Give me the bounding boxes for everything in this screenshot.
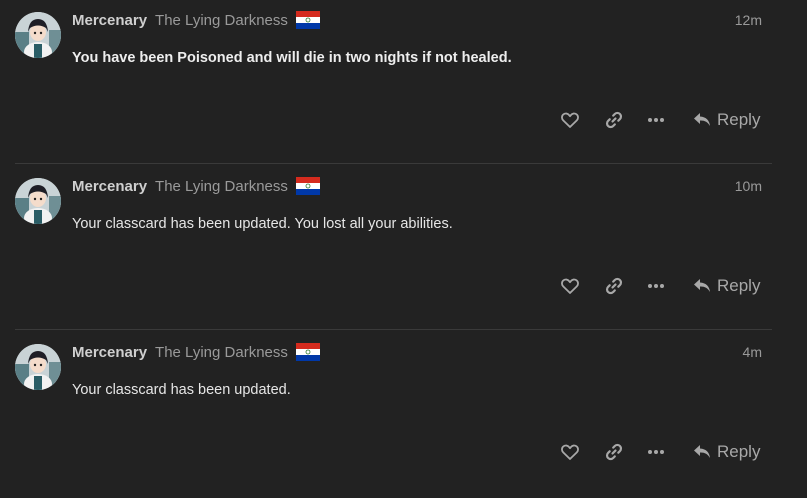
share-link-button[interactable] — [602, 436, 626, 468]
heart-icon — [561, 444, 579, 460]
username[interactable]: Mercenary — [72, 12, 147, 29]
reply-icon — [693, 278, 711, 294]
username[interactable]: Mercenary — [72, 344, 147, 361]
post-body: You have been Poisoned and will die in t… — [72, 50, 512, 66]
paraguay-flag-icon — [295, 11, 320, 29]
like-button[interactable] — [558, 104, 582, 136]
link-icon — [605, 111, 623, 129]
post-meta: Mercenary The Lying Darkness — [72, 176, 320, 196]
post-divider — [15, 163, 772, 164]
heart-icon — [561, 278, 579, 294]
reply-label: Reply — [717, 110, 761, 129]
post-body: Your classcard has been updated. You los… — [72, 216, 453, 232]
reply-label: Reply — [717, 442, 761, 461]
post-actions: Reply — [555, 436, 775, 468]
user-avatar[interactable] — [15, 178, 61, 224]
more-options-button[interactable] — [644, 270, 668, 302]
share-link-button[interactable] — [602, 104, 626, 136]
link-icon — [605, 443, 623, 461]
ellipsis-icon — [647, 117, 665, 123]
ellipsis-icon — [647, 283, 665, 289]
more-options-button[interactable] — [644, 104, 668, 136]
post-time[interactable]: 10m — [735, 178, 762, 194]
paraguay-flag-icon — [295, 343, 320, 361]
link-icon — [605, 277, 623, 295]
post-meta: Mercenary The Lying Darkness — [72, 10, 320, 30]
reply-icon — [693, 444, 711, 460]
user-title: The Lying Darkness — [155, 177, 288, 195]
post-2: Mercenary The Lying Darkness 10m Your cl… — [0, 166, 807, 332]
username[interactable]: Mercenary — [72, 178, 147, 195]
paraguay-flag-icon — [295, 177, 320, 195]
like-button[interactable] — [558, 436, 582, 468]
user-avatar[interactable] — [15, 344, 61, 390]
reply-button[interactable]: Reply — [693, 270, 765, 302]
reply-button[interactable]: Reply — [693, 436, 765, 468]
reply-button[interactable]: Reply — [693, 104, 765, 136]
share-link-button[interactable] — [602, 270, 626, 302]
post-time[interactable]: 4m — [743, 344, 762, 360]
post-body: Your classcard has been updated. — [72, 382, 291, 398]
user-title: The Lying Darkness — [155, 11, 288, 29]
post-actions: Reply — [555, 270, 775, 302]
like-button[interactable] — [558, 270, 582, 302]
reply-label: Reply — [717, 276, 761, 295]
post-meta: Mercenary The Lying Darkness — [72, 342, 320, 362]
post-divider — [15, 329, 772, 330]
more-options-button[interactable] — [644, 436, 668, 468]
post-actions: Reply — [555, 104, 775, 136]
user-title: The Lying Darkness — [155, 343, 288, 361]
post-time[interactable]: 12m — [735, 12, 762, 28]
post-1: Mercenary The Lying Darkness 12m You hav… — [0, 0, 807, 166]
heart-icon — [561, 112, 579, 128]
ellipsis-icon — [647, 449, 665, 455]
user-avatar[interactable] — [15, 12, 61, 58]
post-3: Mercenary The Lying Darkness 4m Your cla… — [0, 332, 807, 498]
reply-icon — [693, 112, 711, 128]
